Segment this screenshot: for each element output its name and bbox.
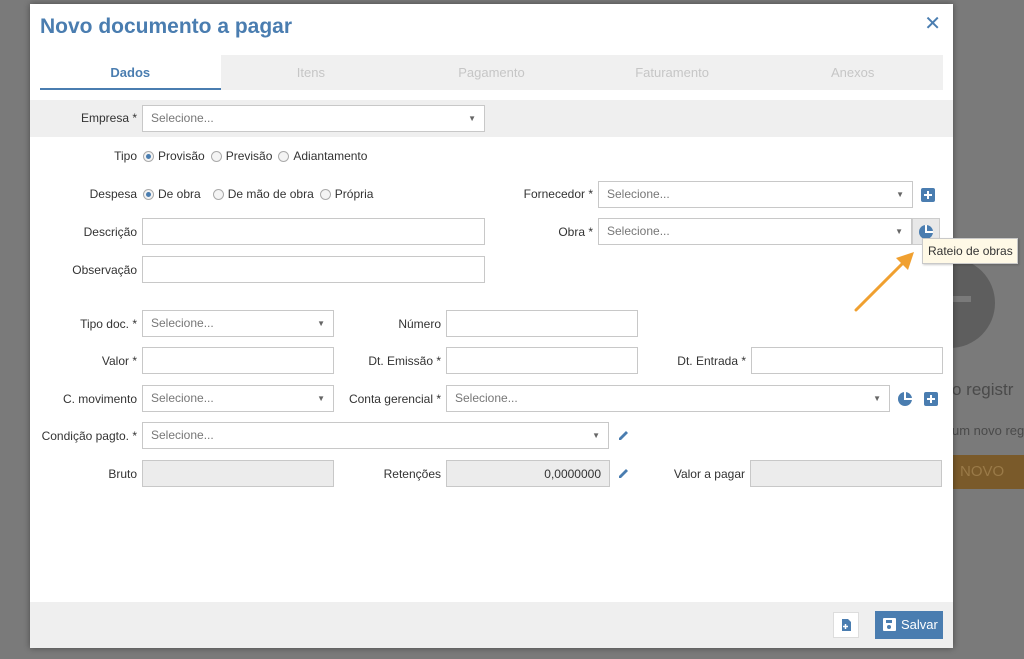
valor-input[interactable] xyxy=(142,347,334,374)
radio-dot xyxy=(143,188,154,200)
dt-entrada-input[interactable] xyxy=(751,347,943,374)
tab-itens[interactable]: Itens xyxy=(221,55,402,90)
radio-provisao-label: Provisão xyxy=(158,149,205,163)
radio-propria[interactable]: Própria xyxy=(319,187,374,201)
numero-input[interactable] xyxy=(446,310,638,337)
bruto-input xyxy=(142,460,334,487)
valor-pagar-label: Valor a pagar xyxy=(673,467,745,481)
retencoes-input: 0,0000000 xyxy=(446,460,610,487)
tab-dados[interactable]: Dados xyxy=(40,55,221,90)
radio-de-obra[interactable]: De obra xyxy=(143,187,201,201)
radio-propria-label: Própria xyxy=(334,187,374,201)
add-conta-plus-icon[interactable] xyxy=(924,392,938,406)
despesa-radio-group: De obra De mão de obra Própria xyxy=(143,187,379,201)
observacao-input[interactable] xyxy=(142,256,485,283)
document-button[interactable] xyxy=(833,612,859,638)
obra-select-value: Selecione... xyxy=(607,224,670,238)
tipo-doc-select[interactable]: Selecione... ▼ xyxy=(142,310,334,337)
tab-anexos[interactable]: Anexos xyxy=(762,55,943,90)
tab-faturamento[interactable]: Faturamento xyxy=(582,55,763,90)
condicao-pagto-label: Condição pagto. * xyxy=(41,429,137,443)
tipo-label: Tipo xyxy=(114,149,137,163)
retencoes-value: 0,0000000 xyxy=(544,467,601,481)
obra-select[interactable]: Selecione... ▼ xyxy=(598,218,912,245)
observacao-label: Observação xyxy=(72,263,137,277)
bruto-label: Bruto xyxy=(108,467,137,481)
condicao-pagto-select[interactable]: Selecione... ▼ xyxy=(142,422,609,449)
tipo-radio-group: Provisão Previsão Adiantamento xyxy=(143,149,373,163)
pie-chart-icon[interactable] xyxy=(898,392,912,406)
fornecedor-select-value: Selecione... xyxy=(607,187,670,201)
radio-previsao[interactable]: Previsão xyxy=(210,149,273,163)
radio-dot xyxy=(278,150,290,162)
dt-emissao-input[interactable] xyxy=(446,347,638,374)
chevron-down-icon: ▼ xyxy=(592,431,600,440)
tipo-doc-label: Tipo doc. * xyxy=(80,317,137,331)
c-movimento-select[interactable]: Selecione... ▼ xyxy=(142,385,334,412)
c-movimento-select-value: Selecione... xyxy=(151,391,214,405)
conta-gerencial-select-value: Selecione... xyxy=(455,391,518,405)
modal-dialog: Novo documento a pagar ✕ Dados Itens Pag… xyxy=(30,4,953,648)
modal-footer: Salvar xyxy=(30,602,953,648)
floppy-disk-icon xyxy=(883,618,896,631)
radio-dot xyxy=(210,150,222,162)
pencil-icon[interactable] xyxy=(617,466,631,480)
descricao-input[interactable] xyxy=(142,218,485,245)
condicao-pagto-select-value: Selecione... xyxy=(151,428,214,442)
save-button[interactable]: Salvar xyxy=(875,611,943,639)
conta-gerencial-select[interactable]: Selecione... ▼ xyxy=(446,385,890,412)
radio-de-mao-de-obra-label: De mão de obra xyxy=(227,187,314,201)
chevron-down-icon: ▼ xyxy=(468,114,476,123)
fornecedor-select[interactable]: Selecione... ▼ xyxy=(598,181,913,208)
tab-pagamento[interactable]: Pagamento xyxy=(401,55,582,90)
chevron-down-icon: ▼ xyxy=(873,394,881,403)
valor-label: Valor * xyxy=(101,354,137,368)
radio-dot xyxy=(319,188,331,200)
tipo-doc-select-value: Selecione... xyxy=(151,316,214,330)
empresa-label: Empresa * xyxy=(80,111,137,125)
conta-gerencial-label: Conta gerencial * xyxy=(348,392,441,406)
radio-adiantamento[interactable]: Adiantamento xyxy=(278,149,367,163)
radio-dot xyxy=(212,188,224,200)
radio-previsao-label: Previsão xyxy=(225,149,273,163)
numero-label: Número xyxy=(398,317,441,331)
chevron-down-icon: ▼ xyxy=(317,394,325,403)
radio-de-mao-de-obra[interactable]: De mão de obra xyxy=(212,187,314,201)
fornecedor-label: Fornecedor * xyxy=(523,187,593,201)
chevron-down-icon: ▼ xyxy=(895,227,903,236)
retencoes-label: Retenções xyxy=(383,467,441,481)
rateio-tooltip: Rateio de obras xyxy=(922,238,1018,264)
despesa-label: Despesa xyxy=(89,187,137,201)
new-record-button: NOVO xyxy=(952,455,1024,489)
radio-dot xyxy=(143,150,154,162)
add-fornecedor-plus-icon[interactable] xyxy=(921,188,935,202)
empty-state-title: o registr xyxy=(952,380,1014,399)
radio-adiantamento-label: Adiantamento xyxy=(293,149,368,163)
c-movimento-label: C. movimento xyxy=(62,392,137,406)
file-add-icon xyxy=(842,619,851,631)
radio-de-obra-label: De obra xyxy=(158,187,201,201)
dt-emissao-label: Dt. Emissão * xyxy=(368,354,441,368)
chevron-down-icon: ▼ xyxy=(317,319,325,328)
tab-bar: Dados Itens Pagamento Faturamento Anexos xyxy=(40,55,943,90)
close-icon[interactable]: ✕ xyxy=(924,14,941,34)
pencil-icon[interactable] xyxy=(617,428,631,442)
descricao-label: Descrição xyxy=(83,225,137,239)
obra-label: Obra * xyxy=(558,225,593,239)
empresa-select[interactable]: Selecione... ▼ xyxy=(142,105,485,132)
empty-state-subtitle: um novo reg xyxy=(952,423,1024,438)
empresa-select-value: Selecione... xyxy=(151,111,214,125)
radio-provisao[interactable]: Provisão xyxy=(143,149,205,163)
valor-pagar-input xyxy=(750,460,942,487)
save-button-label: Salvar xyxy=(901,617,938,632)
pie-chart-icon xyxy=(919,225,933,239)
chevron-down-icon: ▼ xyxy=(896,190,904,199)
modal-title: Novo documento a pagar xyxy=(40,15,293,38)
dt-entrada-label: Dt. Entrada * xyxy=(677,354,746,368)
annotation-arrow-icon xyxy=(854,252,914,312)
